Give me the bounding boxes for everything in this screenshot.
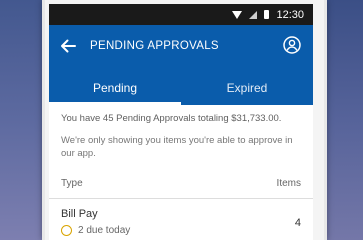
tab-bar: Pending Expired bbox=[49, 70, 313, 105]
app-bar: PENDING APPROVALS Pending Expired bbox=[49, 25, 313, 105]
column-type: Type bbox=[61, 178, 83, 189]
page-title: PENDING APPROVALS bbox=[90, 40, 219, 52]
tab-expired[interactable]: Expired bbox=[181, 70, 313, 105]
due-text: 2 due today bbox=[78, 225, 131, 236]
due-clock-icon bbox=[61, 225, 72, 236]
profile-icon[interactable] bbox=[283, 36, 301, 54]
list-header: Type Items bbox=[61, 178, 301, 189]
tab-pending[interactable]: Pending bbox=[49, 70, 181, 105]
list-item-title: Bill Pay bbox=[61, 208, 98, 220]
phone-screen: 12:30 PENDING APPROVALS Pending Expired … bbox=[49, 4, 313, 240]
tab-expired-label: Expired bbox=[226, 80, 268, 95]
approvals-note: We're only showing you items you're able… bbox=[61, 135, 293, 159]
list-item-count: 4 bbox=[294, 217, 301, 229]
status-bar: 12:30 bbox=[49, 4, 313, 25]
column-items: Items bbox=[276, 178, 301, 189]
wifi-icon bbox=[232, 10, 243, 19]
signal-icon bbox=[249, 10, 258, 19]
list-item-subtitle: 2 due today bbox=[61, 225, 130, 236]
tab-pending-label: Pending bbox=[92, 80, 138, 95]
approvals-summary: You have 45 Pending Approvals totaling $… bbox=[61, 113, 282, 124]
battery-icon bbox=[264, 10, 270, 19]
back-arrow-icon[interactable] bbox=[60, 39, 76, 53]
list-item[interactable]: Bill Pay 2 due today 4 bbox=[61, 199, 301, 240]
main-content: You have 45 Pending Approvals totaling $… bbox=[49, 113, 313, 240]
status-time: 12:30 bbox=[276, 8, 304, 21]
